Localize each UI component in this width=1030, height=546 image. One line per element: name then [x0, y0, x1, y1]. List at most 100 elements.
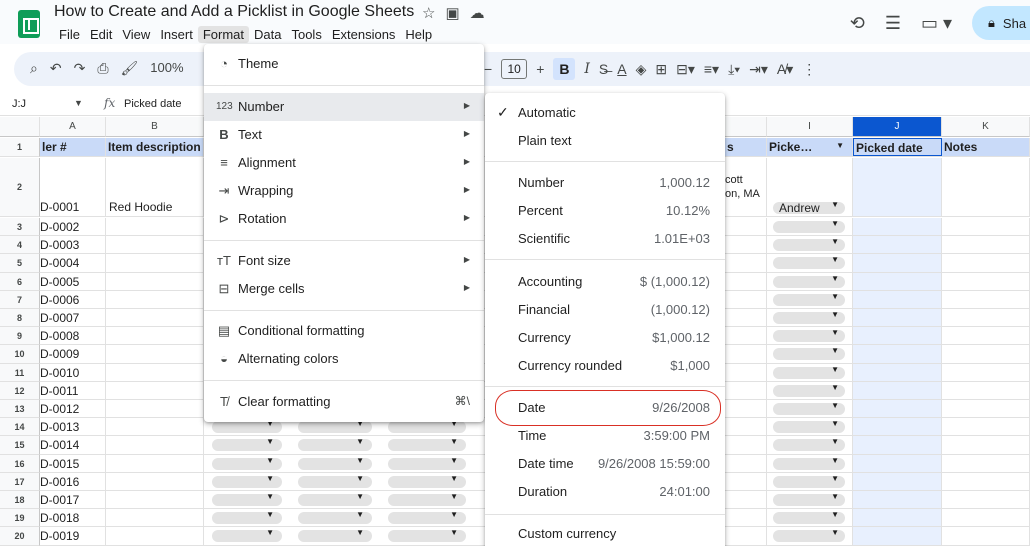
format-menu-theme[interactable]: ◔ Theme: [204, 50, 484, 78]
cell-address[interactable]: [725, 491, 767, 509]
format-menu-rotation[interactable]: ⊳ Rotation ▶: [204, 205, 484, 233]
cell-address[interactable]: [725, 290, 767, 308]
filter-dropdown-icon[interactable]: ▼: [836, 141, 844, 150]
cell-notes[interactable]: [942, 290, 1030, 308]
cell-notes[interactable]: [942, 254, 1030, 272]
version-history-icon[interactable]: ⟲: [850, 13, 865, 34]
number-format-plain-text[interactable]: Plain text: [485, 127, 725, 155]
cell-picker[interactable]: Andrew ▼: [767, 158, 853, 216]
menu-edit[interactable]: Edit: [85, 26, 117, 43]
number-format-percent[interactable]: Percent 10.12%: [485, 197, 725, 225]
row-header[interactable]: 17: [0, 472, 40, 491]
text-color-icon[interactable]: A: [617, 61, 626, 77]
cell-picked-date[interactable]: [853, 381, 942, 399]
row-header[interactable]: 18: [0, 491, 40, 510]
more-options-icon[interactable]: ⋮: [802, 61, 816, 78]
increase-font-size-icon[interactable]: +: [536, 61, 544, 77]
number-format-time[interactable]: Time 3:59:00 PM: [485, 422, 725, 450]
cell-item-description[interactable]: [106, 236, 204, 254]
cell-picked-date[interactable]: [853, 363, 942, 381]
cell-item-description[interactable]: [106, 218, 204, 236]
text-rotation-icon[interactable]: A̸▾: [777, 61, 793, 78]
cell-notes[interactable]: [942, 472, 1030, 490]
format-menu-number[interactable]: 123 Number ▶: [204, 93, 484, 121]
format-menu-text[interactable]: B Text ▶: [204, 121, 484, 149]
cell-picker[interactable]: ▼: [767, 272, 853, 290]
menu-help[interactable]: Help: [400, 26, 437, 43]
cell-picker[interactable]: ▼: [767, 254, 853, 272]
cell-picker[interactable]: ▼: [767, 309, 853, 327]
cell-item-description[interactable]: Red Hoodie: [106, 158, 204, 216]
vertical-align-icon[interactable]: ⤓▾: [728, 61, 740, 78]
row-header[interactable]: 2: [0, 158, 40, 217]
picker-dropdown-chip[interactable]: ▼: [298, 528, 372, 543]
cell-picked-date[interactable]: [853, 436, 942, 454]
cell-item-description[interactable]: [106, 527, 204, 545]
cell-order-id[interactable]: D-0014: [40, 436, 106, 454]
cell-item-description[interactable]: [106, 327, 204, 345]
cell-address[interactable]: [725, 236, 767, 254]
cell-picker[interactable]: ▼: [767, 509, 853, 527]
picker-dropdown-chip[interactable]: ▼: [773, 219, 845, 233]
cell-order-id[interactable]: D-0012: [40, 400, 106, 418]
name-box[interactable]: J:J: [12, 98, 26, 110]
picker-dropdown-chip[interactable]: ▼: [388, 510, 466, 525]
row-header[interactable]: 9: [0, 327, 40, 346]
picker-dropdown-chip[interactable]: ▼: [773, 237, 845, 252]
picker-dropdown-chip[interactable]: ▼: [773, 383, 845, 397]
cell-order-id[interactable]: D-0010: [40, 363, 106, 381]
cell-address[interactable]: [725, 272, 767, 290]
number-format-accounting[interactable]: Accounting $ (1,000.12): [485, 268, 725, 296]
cell-picker[interactable]: ▼: [767, 290, 853, 308]
cell-picker[interactable]: ▼: [767, 527, 853, 545]
print-icon[interactable]: ⎙: [97, 60, 108, 77]
format-menu-merge-cells[interactable]: ⊟ Merge cells ▶: [204, 275, 484, 303]
cell-item-description[interactable]: [106, 272, 204, 290]
cell-order-id[interactable]: D-0005: [40, 272, 106, 290]
picker-dropdown-chip[interactable]: Andrew ▼: [773, 200, 845, 215]
cell-address[interactable]: [725, 345, 767, 363]
number-format-date-time[interactable]: Date time 9/26/2008 15:59:00: [485, 450, 725, 478]
text-wrapping-icon[interactable]: ⇥▾: [749, 61, 768, 78]
zoom-select[interactable]: 100%: [150, 60, 183, 77]
cell-picked-date[interactable]: [853, 236, 942, 254]
column-header-a[interactable]: A: [40, 117, 106, 137]
picker-dropdown-chip[interactable]: ▼: [773, 437, 845, 452]
cell-order-id[interactable]: D-0013: [40, 418, 106, 436]
menu-format[interactable]: Format: [197, 26, 249, 43]
cell-picker[interactable]: ▼: [767, 454, 853, 472]
cell-picker[interactable]: ▼: [767, 491, 853, 509]
picker-dropdown-chip[interactable]: ▼: [298, 474, 372, 488]
cell-order-id[interactable]: D-0019: [40, 527, 106, 545]
cell-picker[interactable]: ▼: [767, 436, 853, 454]
cell-picked-date[interactable]: [853, 327, 942, 345]
row-header[interactable]: 3: [0, 218, 40, 237]
cell-picker[interactable]: ▼: [767, 400, 853, 418]
number-format-number[interactable]: Number 1,000.12: [485, 169, 725, 197]
redo-icon[interactable]: ↷: [74, 60, 86, 77]
cell-picked-date[interactable]: [853, 272, 942, 290]
row-header[interactable]: 11: [0, 363, 40, 382]
cell-order-id[interactable]: D-0015: [40, 454, 106, 472]
header-cell-item-description[interactable]: Item description: [106, 138, 204, 156]
cell-notes[interactable]: [942, 491, 1030, 509]
cell-address[interactable]: [725, 363, 767, 381]
number-format-custom-currency[interactable]: Custom currency: [485, 520, 725, 546]
cell-picked-date[interactable]: [853, 527, 942, 545]
cell-notes[interactable]: [942, 509, 1030, 527]
cell-picker[interactable]: ▼: [767, 418, 853, 436]
cell-item-description[interactable]: [106, 491, 204, 509]
bold-button[interactable]: B: [553, 58, 576, 80]
cell-notes[interactable]: [942, 363, 1030, 381]
header-cell-picker[interactable]: Picke… ▼: [767, 138, 853, 156]
picker-dropdown-chip[interactable]: ▼: [773, 419, 845, 434]
cell-address[interactable]: [725, 472, 767, 490]
picker-dropdown-chip[interactable]: ▼: [773, 365, 845, 379]
cell-item-description[interactable]: [106, 454, 204, 472]
picker-dropdown-chip[interactable]: ▼: [212, 456, 282, 470]
picker-dropdown-chip[interactable]: ▼: [212, 437, 282, 452]
cell-notes[interactable]: [942, 236, 1030, 254]
header-cell-notes[interactable]: Notes: [942, 138, 1030, 156]
cell-notes[interactable]: [942, 218, 1030, 236]
header-cell-picked-date[interactable]: Picked date: [853, 138, 942, 156]
